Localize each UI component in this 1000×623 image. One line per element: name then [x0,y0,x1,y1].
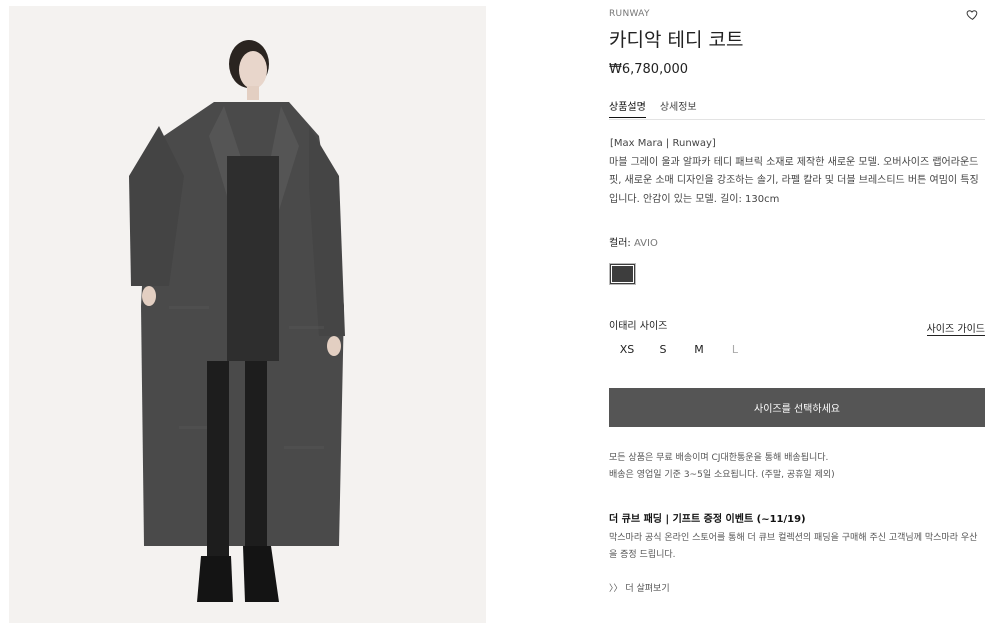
description-body: 마블 그레이 울과 알파카 테디 패브릭 소재로 제작한 새로운 모델. 오버사… [609,156,979,205]
description-lead: [Max Mara | Runway] [610,138,716,149]
color-value: AVIO [633,238,658,249]
product-title: 카디악 테디 코트 [609,29,744,51]
tab-details[interactable]: 상세정보 [660,98,697,118]
shipping-info: 모든 상품은 무료 배송이며 CJ대한통운을 통해 배송됩니다. 배송은 영업일… [609,450,985,484]
product-info: RUNWAY 카디악 테디 코트 ₩6,780,000 상품설명 상세정보 [M… [609,0,985,623]
brand-label: RUNWAY [609,9,650,19]
shipping-line-1: 모든 상품은 무료 배송이며 CJ대한통운을 통해 배송됩니다. [609,453,829,463]
heart-outline-icon [966,10,978,20]
size-label: 이태리 사이즈 [609,321,668,332]
select-size-button[interactable]: 사이즈를 선택하세요 [609,388,985,427]
tab-description[interactable]: 상품설명 [609,98,646,118]
size-option-l[interactable]: L [717,343,753,356]
tab-divider [609,119,985,120]
size-options: XS S M L [609,343,753,356]
product-description: [Max Mara | Runway] 마블 그레이 울과 알파카 테디 패브릭… [609,135,985,209]
size-option-m[interactable]: M [681,343,717,356]
size-option-s[interactable]: S [645,343,681,356]
product-price: ₩6,780,000 [609,62,689,77]
shipping-line-2: 배송은 영업일 기준 3~5일 소요됩니다. (주말, 공휴일 제외) [609,470,835,480]
color-label: 컬러: AVIO [609,234,658,249]
size-guide-link[interactable]: 사이즈 가이드 [926,320,985,336]
event-description: 막스마라 공식 온라인 스토어를 통해 더 큐브 컬렉션의 패딩을 구매해 주신… [609,533,978,560]
info-tabs: 상품설명 상세정보 [609,98,697,118]
model-coat-illustration [9,6,486,623]
wishlist-button[interactable] [966,8,979,21]
event-title: 더 큐브 패딩 | 기프트 증정 이벤트 (~11/19) [609,514,806,525]
product-image [9,6,486,623]
color-swatch-avio[interactable] [609,263,636,285]
see-more-link[interactable]: 〉〉 더 살펴보기 [609,581,670,594]
color-label-text: 컬러: [609,238,634,249]
size-option-xs[interactable]: XS [609,343,645,356]
